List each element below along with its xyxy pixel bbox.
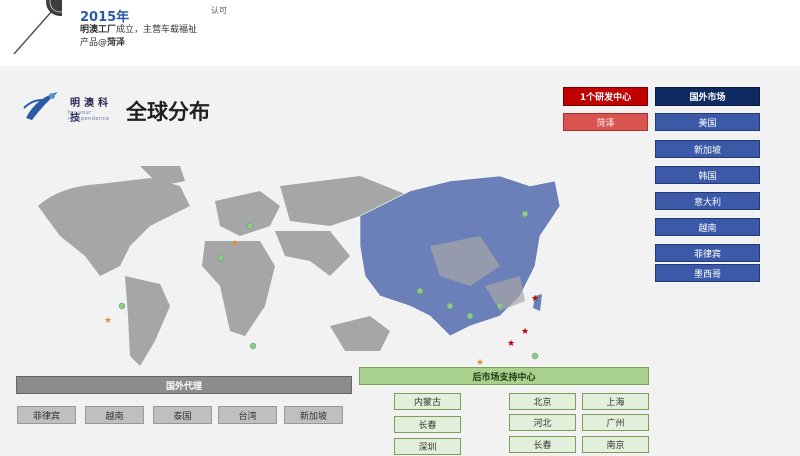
location-pin-icon <box>246 222 254 230</box>
overseas-market-item: 韩国 <box>655 166 760 184</box>
aftermarket-item: 北京 <box>509 393 576 410</box>
aftermarket-item: 长春 <box>509 436 576 453</box>
location-pin-icon <box>249 342 257 350</box>
aftermarket-item: 内蒙古 <box>394 393 461 410</box>
aftermarket-header: 后市场支持中心 <box>359 367 649 385</box>
page-title: 全球分布 <box>126 100 210 124</box>
europe <box>215 191 280 236</box>
rd-center-header: 1个研发中心 <box>563 87 648 106</box>
overseas-market-item: 越南 <box>655 218 760 236</box>
aftermarket-item: 广州 <box>582 414 649 431</box>
logo-tagline: for your independence <box>68 110 110 122</box>
overseas-agent-item: 新加坡 <box>284 406 343 424</box>
location-pin-icon <box>466 312 474 320</box>
location-pin-icon <box>496 302 504 310</box>
timeline-header: 2015年 明澳工厂成立，主营车载福祉产品@菏泽 认可 <box>0 0 800 58</box>
company-logo: 明澳科技 for your independence <box>22 88 122 124</box>
aftermarket-item: 上海 <box>582 393 649 410</box>
overseas-market-item: 意大利 <box>655 192 760 210</box>
overseas-market-item: 菲律宾 <box>655 244 760 262</box>
rocket-logo-icon <box>23 92 58 120</box>
star-icon: ★ <box>104 316 112 326</box>
location-pin-icon <box>217 254 225 262</box>
location-pin-icon <box>416 287 424 295</box>
australia <box>330 316 390 351</box>
timeline-marker <box>13 0 62 55</box>
overseas-market-item: 美国 <box>655 113 760 131</box>
overseas-market-item: 新加坡 <box>655 140 760 158</box>
world-map: ★ ★ ★ ★ ★ ★ <box>38 166 561 368</box>
location-pin-icon <box>521 210 529 218</box>
aftermarket-item: 河北 <box>509 414 576 431</box>
timeline-note: 认可 <box>211 6 227 15</box>
overseas-market-header: 国外市场 <box>655 87 760 106</box>
aftermarket-item: 深圳 <box>394 438 461 455</box>
star-icon: ★ <box>507 339 515 349</box>
aftermarket-item: 长春 <box>394 416 461 433</box>
timeline-description: 明澳工厂成立，主营车载福祉产品@菏泽 <box>80 25 198 48</box>
overseas-agent-header: 国外代理 <box>16 376 352 394</box>
star-icon: ★ <box>231 239 239 249</box>
south-america <box>125 276 170 366</box>
location-pin-icon <box>446 302 454 310</box>
star-icon: ★ <box>521 327 529 337</box>
timeline-year: 2015年 <box>80 10 130 25</box>
global-distribution-slide: 明澳科技 for your independence 全球分布 ★ ★ ★ ★ … <box>0 66 800 456</box>
overseas-agent-item: 越南 <box>85 406 144 424</box>
overseas-market-item: 墨西哥 <box>655 264 760 282</box>
north-america <box>38 178 190 276</box>
location-pin-icon <box>118 302 126 310</box>
overseas-agent-item: 泰国 <box>153 406 212 424</box>
overseas-agent-item: 台湾 <box>218 406 277 424</box>
overseas-agent-item: 菲律宾 <box>17 406 76 424</box>
aftermarket-item: 南京 <box>582 436 649 453</box>
location-pin-icon <box>531 352 539 360</box>
africa <box>202 241 275 336</box>
middle-east-india <box>275 231 350 276</box>
star-icon: ★ <box>531 294 539 304</box>
rd-center-item: 菏泽 <box>563 113 648 131</box>
